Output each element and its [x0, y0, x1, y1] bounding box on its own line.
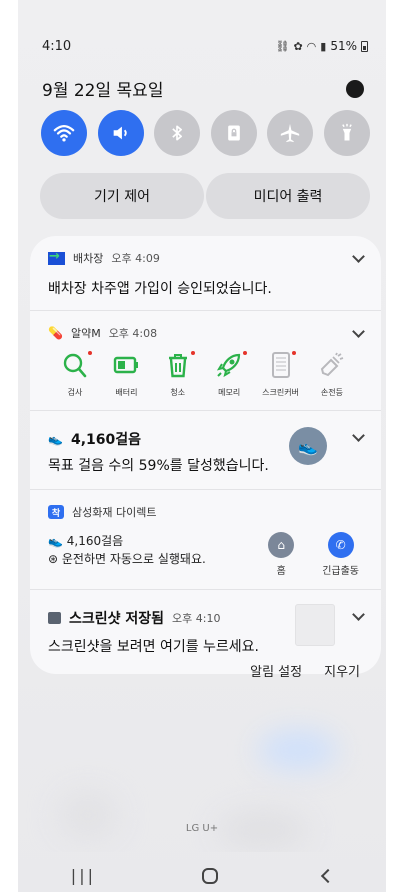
alyak-scan-button[interactable]: 검사	[52, 351, 98, 398]
samsung-direct-logo-icon: 착	[48, 505, 64, 519]
pill-icon: 💊	[48, 326, 63, 340]
flashlight-icon	[342, 123, 352, 141]
home-label: 홈	[276, 566, 286, 577]
baechajang-logo-icon	[48, 249, 65, 265]
alyak-screencover-button[interactable]: 스크린커버	[258, 351, 304, 398]
settings-gear-icon[interactable]	[346, 79, 364, 98]
home-icon: ⌂	[268, 532, 295, 558]
speaker-icon	[113, 126, 127, 140]
notification-samsung-direct[interactable]: 착 삼성화재 다이렉트 👟 4,160걸음 ⊛ 운전하면 자동으로 실행돼요. …	[30, 490, 381, 590]
flashlight-toggle[interactable]	[323, 110, 370, 156]
notification-icon: ✿	[293, 39, 303, 53]
walking-icon: 👟	[48, 432, 63, 446]
alyak-flashlight-button[interactable]: 손전등	[309, 351, 355, 398]
samsung-direct-body: 👟 4,160걸음 ⊛ 운전하면 자동으로 실행돼요. ⌂ 홈 ✆ 긴급출동	[48, 532, 363, 577]
notification-alyak[interactable]: 💊 알약M 오후 4:08 검사 배터리 청소 메모리 스크린커버 손전등	[30, 311, 381, 411]
gallery-icon	[48, 612, 61, 624]
home-nav-icon[interactable]	[201, 867, 218, 884]
cell-signal-icon: ▮	[320, 39, 327, 53]
screen-cover-icon	[270, 351, 296, 381]
shortcut-label: 검사	[67, 388, 83, 397]
carrier-label: LG U+	[185, 823, 219, 834]
notification-footer: 알림 설정 지우기	[250, 661, 360, 680]
date-label: 9월 22일 목요일	[42, 81, 164, 101]
samsung-direct-actions: ⌂ 홈 ✆ 긴급출동	[268, 532, 359, 577]
link-icon: ⛓	[275, 39, 290, 53]
notification-header: 💊 알약M 오후 4:08	[48, 325, 363, 341]
shoe-icon[interactable]: 👟	[289, 427, 327, 465]
notification-shade: 4:10 ⛓ ✿ ◠ ▮ 51% 9월 22일 목요일 기기 제어 미디어 출력…	[18, 0, 386, 892]
steps-count: 4,160걸음	[70, 432, 141, 448]
notification-header: 착 삼성화재 다이렉트	[48, 504, 363, 520]
media-output-button[interactable]: 미디어 출력	[206, 173, 370, 219]
screenshot-title: 스크린샷 저장됨	[69, 611, 165, 627]
notification-steps[interactable]: 👟 4,160걸음 👟 목표 걸음 수의 59%를 달성했습니다.	[30, 411, 381, 490]
sound-toggle[interactable]	[97, 110, 144, 156]
notification-message: 배차장 차주앱 가입이 승인되었습니다.	[48, 281, 272, 297]
notification-list: 배차장 오후 4:09 배차장 차주앱 가입이 승인되었습니다. 💊 알약M 오…	[30, 236, 381, 674]
battery-icon	[361, 40, 368, 52]
airplane-icon	[281, 123, 300, 143]
rocket-icon	[215, 351, 248, 381]
shortcut-label: 청소	[170, 388, 186, 397]
battery-percent: 51%	[330, 39, 357, 53]
shortcut-label: 스크린커버	[262, 388, 299, 397]
direct-steps: 4,160걸음	[66, 534, 124, 548]
lock-rotation-icon	[227, 125, 240, 141]
notification-time: 오후 4:09	[111, 252, 160, 265]
bluetooth-icon	[172, 125, 183, 141]
battery-icon	[112, 351, 140, 381]
bluetooth-toggle[interactable]	[154, 110, 201, 156]
shortcut-label: 배터리	[115, 388, 138, 397]
navigation-bar: |||	[18, 866, 386, 885]
notification-time: 오후 4:08	[108, 327, 158, 340]
emergency-button[interactable]: ✆ 긴급출동	[322, 532, 359, 577]
alyak-memory-button[interactable]: 메모리	[206, 351, 252, 398]
notification-header: 배차장 오후 4:09	[48, 249, 363, 266]
clear-button[interactable]: 지우기	[324, 661, 360, 680]
notification-time: 오후 4:10	[172, 612, 221, 625]
flashlight-icon	[319, 351, 345, 381]
app-name: 삼성화재 다이렉트	[72, 506, 157, 519]
emergency-icon: ✆	[327, 532, 354, 558]
app-name: 알약M	[70, 327, 101, 340]
samsung-direct-info: 👟 4,160걸음 ⊛ 운전하면 자동으로 실행돼요.	[48, 532, 206, 568]
alyak-battery-button[interactable]: 배터리	[103, 351, 149, 398]
date-row: 9월 22일 목요일	[42, 76, 364, 101]
app-name: 배차장	[73, 252, 104, 265]
shortcut-label: 메모리	[218, 388, 241, 397]
home-button[interactable]: ⌂ 홈	[268, 532, 295, 577]
alyak-shortcuts: 검사 배터리 청소 메모리 스크린커버 손전등	[48, 341, 363, 398]
wifi-toggle[interactable]	[41, 110, 87, 156]
airplane-toggle[interactable]	[267, 110, 314, 156]
status-bar: 4:10 ⛓ ✿ ◠ ▮ 51%	[42, 36, 368, 56]
panel-buttons: 기기 제어 미디어 출력	[40, 173, 370, 219]
recents-icon[interactable]: |||	[71, 866, 96, 885]
alyak-clean-button[interactable]: 청소	[155, 351, 201, 398]
trash-icon	[165, 351, 195, 381]
device-control-button[interactable]: 기기 제어	[40, 173, 204, 219]
rotation-lock-toggle[interactable]	[210, 110, 257, 156]
notification-settings-button[interactable]: 알림 설정	[250, 661, 302, 680]
quick-toggles	[41, 110, 370, 156]
notification-baechajang[interactable]: 배차장 오후 4:09 배차장 차주앱 가입이 승인되었습니다.	[30, 236, 381, 311]
shortcut-label: 손전등	[320, 388, 343, 397]
wifi-icon	[53, 125, 75, 142]
wifi-signal-icon: ◠	[306, 39, 317, 53]
status-time: 4:10	[42, 38, 72, 54]
steering-wheel-icon: ⊛	[48, 552, 62, 566]
status-icons: ⛓ ✿ ◠ ▮ 51%	[275, 39, 368, 53]
emergency-label: 긴급출동	[322, 566, 359, 577]
search-icon	[62, 351, 92, 381]
back-icon[interactable]	[321, 868, 336, 883]
screenshot-thumbnail[interactable]	[295, 604, 335, 646]
direct-driving-text: 운전하면 자동으로 실행돼요.	[61, 552, 206, 566]
walking-icon: 👟	[48, 534, 67, 548]
